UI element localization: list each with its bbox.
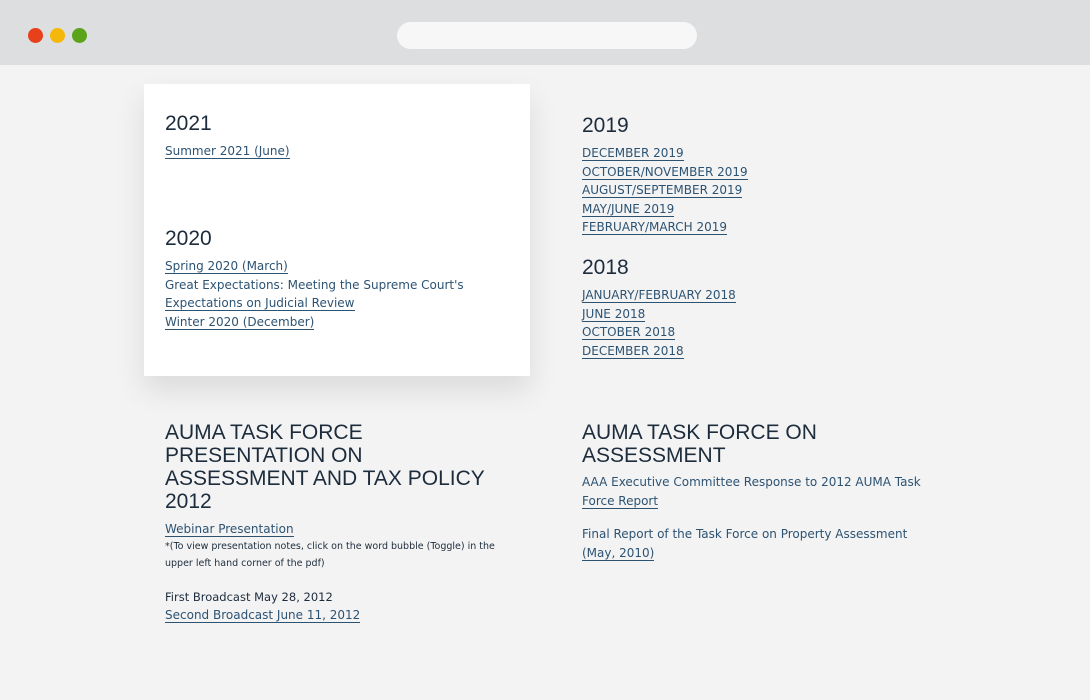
link-december-2018[interactable]: DECEMBER 2018	[582, 343, 684, 359]
links-2020: Spring 2020 (March) Great Expectations: …	[165, 257, 464, 331]
link-august-september-2019[interactable]: AUGUST/SEPTEMBER 2019	[582, 183, 743, 198]
year-heading-2020: 2020	[165, 227, 212, 250]
tax-policy-heading-line: ASSESSMENT AND TAX POLICY	[165, 467, 485, 490]
tax-policy-heading-line: AUMA TASK FORCE	[165, 421, 363, 444]
link-aaa-response-line2[interactable]: Force Report	[582, 493, 659, 509]
tax-policy-heading-line: PRESENTATION ON	[165, 444, 363, 467]
link-january-february-2018[interactable]: JANUARY/FEBRUARY 2018	[582, 288, 736, 303]
address-bar[interactable]	[397, 22, 697, 49]
presentation-note: *(To view presentation notes, click on t…	[165, 538, 495, 572]
assessment-heading: AUMA TASK FORCE ON ASSESSMENT	[582, 421, 817, 467]
link-winter-2020[interactable]: Winter 2020 (December)	[165, 314, 315, 330]
first-broadcast-text: First Broadcast May 28, 2012	[165, 590, 333, 604]
links-2021: Summer 2021 (June)	[165, 142, 290, 161]
close-window-button[interactable]	[28, 28, 43, 43]
links-2019: DECEMBER 2019 OCTOBER/NOVEMBER 2019 AUGU…	[582, 144, 748, 237]
link-june-2018[interactable]: JUNE 2018	[582, 306, 646, 322]
link-summer-2021[interactable]: Summer 2021 (June)	[165, 144, 290, 159]
presentation-note-line: *(To view presentation notes, click on t…	[165, 541, 495, 552]
year-heading-2021: 2021	[165, 112, 212, 135]
assessment-heading-line: ASSESSMENT	[582, 444, 726, 467]
tax-policy-heading: AUMA TASK FORCE PRESENTATION ON ASSESSME…	[165, 421, 485, 513]
link-spring-2020[interactable]: Spring 2020 (March)	[165, 259, 288, 274]
link-second-broadcast[interactable]: Second Broadcast June 11, 2012	[165, 608, 361, 623]
response-link-block: AAA Executive Committee Response to 2012…	[582, 473, 921, 510]
second-broadcast-row: Second Broadcast June 11, 2012	[165, 606, 361, 625]
link-december-2019[interactable]: DECEMBER 2019	[582, 146, 684, 161]
presentation-note-line: upper left hand corner of the pdf)	[165, 558, 325, 569]
link-final-report-line1[interactable]: Final Report of the Task Force on Proper…	[582, 527, 907, 541]
link-final-report-line2[interactable]: (May, 2010)	[582, 545, 655, 561]
minimize-window-button[interactable]	[50, 28, 65, 43]
link-february-march-2019[interactable]: FEBRUARY/MARCH 2019	[582, 220, 728, 235]
links-2018: JANUARY/FEBRUARY 2018 JUNE 2018 OCTOBER …	[582, 286, 736, 360]
browser-toolbar	[0, 0, 1090, 65]
link-aaa-response-line1[interactable]: AAA Executive Committee Response to 2012…	[582, 475, 921, 489]
link-may-june-2019[interactable]: MAY/JUNE 2019	[582, 201, 675, 217]
year-heading-2019: 2019	[582, 114, 629, 137]
link-great-expectations-line2[interactable]: Expectations on Judicial Review	[165, 296, 355, 311]
maximize-window-button[interactable]	[72, 28, 87, 43]
link-webinar-presentation[interactable]: Webinar Presentation	[165, 522, 294, 537]
link-october-2018[interactable]: OCTOBER 2018	[582, 325, 676, 340]
link-october-november-2019[interactable]: OCTOBER/NOVEMBER 2019	[582, 164, 748, 180]
year-heading-2018: 2018	[582, 256, 629, 279]
webinar-row: Webinar Presentation	[165, 520, 294, 539]
assessment-heading-line: AUMA TASK FORCE ON	[582, 421, 817, 444]
tax-policy-heading-line: 2012	[165, 490, 212, 513]
final-report-link-block: Final Report of the Task Force on Proper…	[582, 525, 907, 562]
link-great-expectations-line1[interactable]: Great Expectations: Meeting the Supreme …	[165, 278, 464, 292]
